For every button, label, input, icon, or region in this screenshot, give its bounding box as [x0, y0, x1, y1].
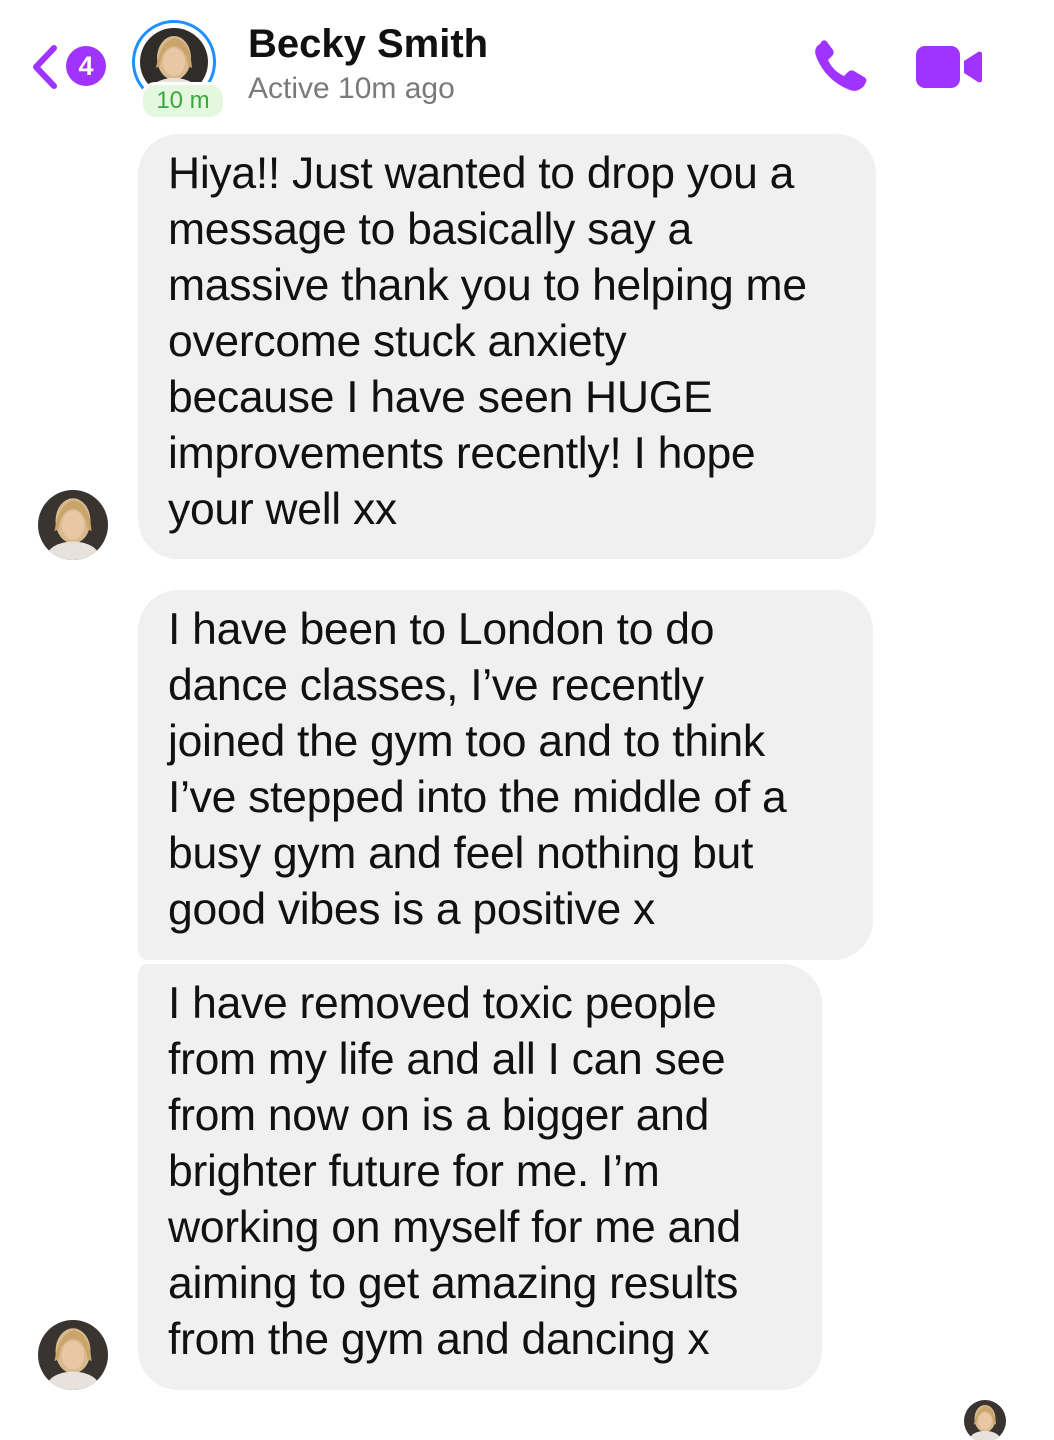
message-line: message to basically say a	[168, 205, 692, 254]
message-bubble[interactable]: I have removed toxic people from my life…	[138, 964, 822, 1390]
message-bubble[interactable]: I have been to London to do dance classe…	[138, 590, 873, 960]
message-line: busy gym and feel nothing but	[168, 829, 754, 878]
chat-screen: 4 10 m Becky Smith Active 10m ago Hiya!!…	[0, 0, 1054, 1440]
video-call-button[interactable]	[914, 44, 984, 90]
message-line: Hiya!! Just wanted to drop you a	[168, 149, 795, 198]
message-line: working on myself for me and	[168, 1203, 741, 1252]
message-line: good vibes is a positive x	[168, 885, 655, 934]
voice-call-button[interactable]	[810, 38, 872, 96]
message-line: because I have seen HUGE	[168, 373, 713, 422]
video-camera-icon	[916, 46, 982, 88]
back-button[interactable]: 4	[30, 42, 110, 92]
message-line: massive thank you to helping me	[168, 261, 807, 310]
message-line: joined the gym too and to think	[168, 717, 765, 766]
sender-avatar[interactable]	[38, 1320, 108, 1390]
message-line: overcome stuck anxiety	[168, 317, 627, 366]
chat-header: 4 10 m Becky Smith Active 10m ago	[0, 0, 1054, 125]
message-line: from now on is a bigger and	[168, 1091, 710, 1140]
sender-avatar[interactable]	[38, 490, 108, 560]
active-time-pill: 10 m	[140, 82, 226, 120]
message-line: I have removed toxic people	[168, 979, 717, 1028]
message-line: from my life and all I can see	[168, 1035, 726, 1084]
active-status: Active 10m ago	[248, 72, 455, 105]
phone-icon	[815, 40, 867, 91]
message-line: aiming to get amazing results	[168, 1259, 739, 1308]
message-line: I’ve stepped into the middle of a	[168, 773, 787, 822]
message-line: brighter future for me. I’m	[168, 1147, 660, 1196]
chevron-left-icon	[33, 45, 57, 89]
message-line: improvements recently! I hope	[168, 429, 756, 478]
seen-receipt-avatar	[964, 1400, 1006, 1440]
contact-avatar-button[interactable]: 10 m	[132, 20, 226, 120]
message-line: your well xx	[168, 485, 397, 534]
message-bubble[interactable]: Hiya!! Just wanted to drop you a message…	[138, 134, 876, 559]
contact-name[interactable]: Becky Smith	[248, 22, 488, 67]
message-line: dance classes, I’ve recently	[168, 661, 704, 710]
message-line: I have been to London to do	[168, 605, 715, 654]
message-line: from the gym and dancing x	[168, 1315, 710, 1364]
unread-count-badge: 4	[66, 46, 106, 86]
